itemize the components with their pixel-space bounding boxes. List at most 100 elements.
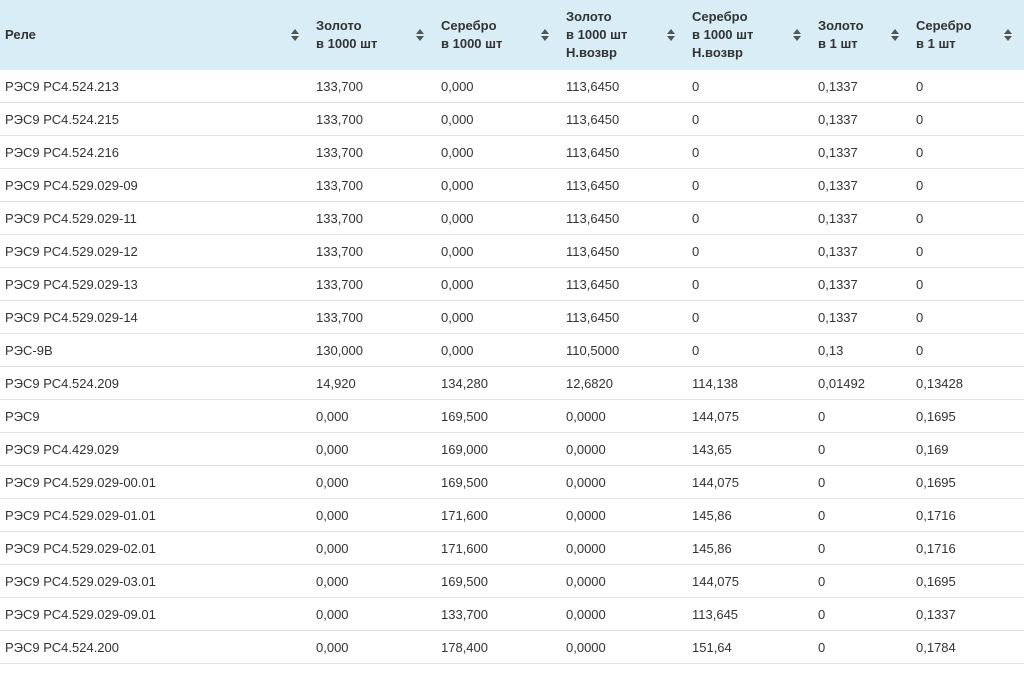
column-header-gold-1000-nonreturn[interactable]: Золото в 1000 шт Н.возвр [561,0,687,70]
table-cell-gold-1000-nonreturn: 0,0000 [561,597,687,631]
table-cell-relay: РЭС9 РС4.524.213 [0,70,311,103]
table-cell-gold-1000-nonreturn: 113,6450 [561,135,687,169]
table-cell-silver-1000: 0,000 [436,201,561,235]
sort-updown-icon[interactable] [290,28,300,42]
table-cell-silver-1000: 0,000 [436,333,561,367]
column-header-line: в 1000 шт [316,36,378,51]
table-row: РЭС9 РС4.529.029-13 133,700 0,000 113,6450 0… [0,267,1024,301]
table-cell-gold-1000: 0,000 [311,630,436,664]
table-cell-silver-1000: 0,000 [436,70,561,103]
table-cell-silver-1000-nonreturn: 145,86 [687,498,813,532]
table-row: РЭС9 РС4.524.215 133,700 0,000 113,6450 0 0,1… [0,102,1024,136]
table-cell-gold-1: 0,1337 [813,201,911,235]
table-cell-relay: РЭС9 РС4.529.029-01.01 [0,498,311,532]
table-cell-gold-1000: 133,700 [311,102,436,136]
table-cell-gold-1000: 0,000 [311,399,436,433]
column-header-gold-1[interactable]: Золото в 1 шт [813,0,911,70]
table-body: РЭС9 РС4.524.213 133,700 0,000 113,6450 0 0,1… [0,70,1024,664]
table-cell-relay: РЭС9 РС4.529.029-09 [0,168,311,202]
table-cell-silver-1000: 0,000 [436,267,561,301]
table-cell-silver-1: 0 [911,201,1024,235]
table-cell-silver-1000-nonreturn: 0 [687,234,813,268]
table-cell-gold-1000: 0,000 [311,564,436,598]
table-cell-gold-1000: 0,000 [311,597,436,631]
table-cell-silver-1000-nonreturn: 0 [687,201,813,235]
table-cell-gold-1000-nonreturn: 110,5000 [561,333,687,367]
table-cell-silver-1: 0,1695 [911,564,1024,598]
table-cell-gold-1000-nonreturn: 12,6820 [561,366,687,400]
table-row: РЭС9 РС4.529.029-11 133,700 0,000 113,6450 0… [0,201,1024,235]
table-cell-silver-1000: 0,000 [436,168,561,202]
table-cell-relay: РЭС9 РС4.529.029-03.01 [0,564,311,598]
column-header-line: Н.возвр [566,45,617,60]
table-cell-gold-1000-nonreturn: 0,0000 [561,432,687,466]
sort-updown-icon[interactable] [540,28,550,42]
table-cell-gold-1: 0,1337 [813,300,911,334]
column-header-line: Серебро [916,18,972,33]
sort-updown-icon[interactable] [666,28,676,42]
table-cell-gold-1000-nonreturn: 113,6450 [561,300,687,334]
column-header-line: в 1000 шт [692,27,754,42]
sort-updown-icon[interactable] [792,28,802,42]
table-cell-gold-1000: 0,000 [311,498,436,532]
table-cell-silver-1: 0,1716 [911,498,1024,532]
table-cell-silver-1000-nonreturn: 143,65 [687,432,813,466]
column-header-label: Серебро в 1000 шт [441,17,540,53]
table-cell-silver-1000-nonreturn: 0 [687,267,813,301]
table-row: РЭС9 0,000 169,500 0,0000 144,075 0 0,1695 [0,399,1024,433]
column-header-line: Реле [5,27,36,42]
table-cell-silver-1000: 171,600 [436,531,561,565]
column-header-silver-1000-nonreturn[interactable]: Серебро в 1000 шт Н.возвр [687,0,813,70]
table-cell-gold-1: 0,1337 [813,102,911,136]
table-row: РЭС9 РС4.524.209 14,920 134,280 12,6820 114,… [0,366,1024,400]
column-header-label: Серебро в 1000 шт Н.возвр [692,8,792,62]
sort-updown-icon[interactable] [1003,28,1013,42]
table-cell-gold-1: 0,13 [813,333,911,367]
table-row: РЭС9 РС4.524.200 0,000 178,400 0,0000 151,64… [0,630,1024,664]
table-cell-relay: РЭС9 РС4.529.029-09.01 [0,597,311,631]
table-cell-gold-1000: 133,700 [311,135,436,169]
table-cell-silver-1000: 0,000 [436,135,561,169]
table-cell-gold-1: 0 [813,597,911,631]
table-cell-relay: РЭС9 РС4.529.029-13 [0,267,311,301]
table-cell-gold-1: 0,1337 [813,234,911,268]
table-cell-gold-1000-nonreturn: 113,6450 [561,234,687,268]
table-cell-gold-1: 0,1337 [813,135,911,169]
table-cell-gold-1000-nonreturn: 113,6450 [561,168,687,202]
table-row: РЭС9 РС4.529.029-00.01 0,000 169,500 0,0000… [0,465,1024,499]
table-cell-gold-1: 0,1337 [813,70,911,103]
column-header-silver-1[interactable]: Серебро в 1 шт [911,0,1024,70]
column-header-line: в 1 шт [916,36,956,51]
sort-updown-icon[interactable] [890,28,900,42]
sort-updown-icon[interactable] [415,28,425,42]
table-cell-silver-1: 0,1695 [911,399,1024,433]
table-cell-silver-1000: 169,500 [436,399,561,433]
table-cell-gold-1000-nonreturn: 113,6450 [561,201,687,235]
table-cell-relay: РЭС9 РС4.524.200 [0,630,311,664]
column-header-gold-1000[interactable]: Золото в 1000 шт [311,0,436,70]
table-cell-gold-1000: 0,000 [311,465,436,499]
column-header-silver-1000[interactable]: Серебро в 1000 шт [436,0,561,70]
table-row: РЭС9 РС4.529.029-01.01 0,000 171,600 0,0000… [0,498,1024,532]
table-row: РЭС9 РС4.524.216 133,700 0,000 113,6450 0 0,1… [0,135,1024,169]
table-cell-silver-1000: 169,500 [436,564,561,598]
column-header-label: Золото в 1000 шт Н.возвр [566,8,666,62]
table-cell-silver-1: 0 [911,135,1024,169]
table-cell-silver-1: 0,13428 [911,366,1024,400]
table-cell-silver-1000-nonreturn: 151,64 [687,630,813,664]
table-cell-silver-1: 0,1784 [911,630,1024,664]
table-cell-gold-1000: 0,000 [311,531,436,565]
table-cell-silver-1000-nonreturn: 0 [687,102,813,136]
table-cell-relay: РЭС9 РС4.529.029-02.01 [0,531,311,565]
column-header-relay[interactable]: Реле [0,0,311,70]
table-cell-gold-1000: 130,000 [311,333,436,367]
column-header-label: Реле [5,26,290,44]
column-header-line: в 1000 шт [441,36,503,51]
table-cell-gold-1: 0,1337 [813,267,911,301]
column-header-line: в 1000 шт [566,27,628,42]
table-cell-gold-1: 0,1337 [813,168,911,202]
table-row: РЭС9 РС4.529.029-02.01 0,000 171,600 0,0000… [0,531,1024,565]
table-cell-silver-1: 0 [911,168,1024,202]
table-row: РЭС9 РС4.529.029-09 133,700 0,000 113,6450 0… [0,168,1024,202]
table-cell-gold-1000-nonreturn: 113,6450 [561,267,687,301]
